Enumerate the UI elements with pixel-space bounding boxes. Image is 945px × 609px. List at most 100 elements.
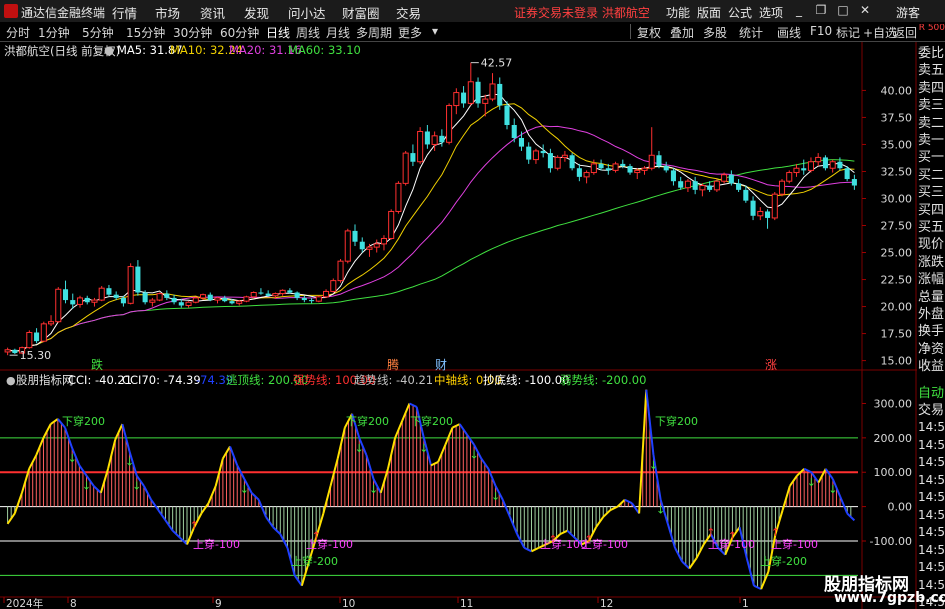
down-arrow-icon: ↓ xyxy=(132,480,141,493)
cci-annotation-11: 上穿-200 xyxy=(760,554,807,568)
candle-body-down xyxy=(84,297,90,303)
indicator-name: 股朋指标网 xyxy=(16,373,74,387)
trade-time-2: 14:56 xyxy=(918,455,945,469)
candle-body-up xyxy=(272,293,279,297)
candle-body-up xyxy=(453,92,460,107)
candle-body-up xyxy=(337,260,344,282)
candle-body-up xyxy=(554,156,561,169)
down-arrow-icon: ↓ xyxy=(82,480,91,493)
candle-body-down xyxy=(670,170,676,182)
indicator-value-8: 弱势线: -200.00 xyxy=(560,373,646,387)
ma20-path xyxy=(7,125,855,352)
candle-body-up xyxy=(634,169,641,174)
candle-body-down xyxy=(461,92,467,104)
candle-body-up xyxy=(721,174,728,182)
candle-body-down xyxy=(844,168,850,180)
candle-body-down xyxy=(678,181,684,188)
candle-body-up xyxy=(778,180,786,195)
candle-body-down xyxy=(120,297,126,304)
event-marker-2: 财 xyxy=(435,358,447,372)
candle-body-up xyxy=(612,163,619,171)
candle-body-up xyxy=(402,152,409,184)
date-label-6: 1 xyxy=(742,598,749,609)
candle-body-down xyxy=(707,185,713,190)
candle-body-up xyxy=(330,280,337,292)
candle-body-up xyxy=(793,167,800,174)
ma5-path xyxy=(7,93,855,352)
quote-side-panel: R 500 委比 卖五 卖四 卖三 卖二 卖一 买一 买二 买三 买四 买五 现价 涨跌 涨幅 总量 外盘 换手净… xyxy=(917,24,945,609)
candle-body-down xyxy=(207,294,213,301)
trade-time-5: 14:56 xyxy=(918,507,945,522)
cci-tick-label: 300.00 xyxy=(874,397,913,410)
price-tick-label: 35.00 xyxy=(881,138,913,151)
side-subtab-1[interactable]: 交易 xyxy=(918,401,945,421)
cci-annotation-10: 上穿-100 xyxy=(771,537,818,551)
candle-body-up xyxy=(684,180,691,189)
cci-segment xyxy=(631,502,640,515)
indicator-value-5: 趋势线: -40.21 xyxy=(354,373,433,387)
indicator-value-7: 抄底线: -100.00 xyxy=(483,373,569,387)
cci-annotation-4: 上穿-100 xyxy=(193,537,240,551)
candle-body-up xyxy=(279,289,286,295)
trade-time-3: 14:56 xyxy=(918,472,945,487)
candle-body-down xyxy=(822,157,828,169)
candle-body-up xyxy=(4,349,11,353)
trade-time-4: 14:56 xyxy=(918,490,945,504)
cci-tick-label: -100.00 xyxy=(870,535,912,548)
cci-tick-label: 200.00 xyxy=(874,432,913,445)
candle-body-down xyxy=(620,163,626,167)
candle-body-down xyxy=(410,153,416,162)
candle-body-down xyxy=(598,163,604,169)
side-tab-18[interactable]: 收益 xyxy=(918,357,945,377)
candle-body-up xyxy=(757,210,764,217)
ma60-path xyxy=(7,159,855,352)
candle-body-down xyxy=(736,183,742,190)
watermark: 股朋指标网 www.7gpzb.com xyxy=(818,570,945,609)
down-arrow-icon: ↓ xyxy=(491,490,500,503)
candle-body-down xyxy=(164,293,170,298)
candle-body-down xyxy=(12,349,18,354)
cci-annotation-6: 上穿-200 xyxy=(291,554,338,568)
candle-body-down xyxy=(627,166,633,173)
trade-time-0: 14:56 xyxy=(918,420,945,434)
candle-body-up xyxy=(156,293,163,301)
candle-body-down xyxy=(106,288,112,295)
candle-body-up xyxy=(315,296,322,302)
down-arrow-icon: ↓ xyxy=(355,442,364,455)
candle-body-down xyxy=(222,297,228,302)
candle-body-up xyxy=(395,182,402,212)
cci-annotation-0: 下穿200 xyxy=(62,414,105,428)
candle-body-up xyxy=(185,301,192,306)
candle-body-up xyxy=(699,185,706,191)
candle-body-up xyxy=(91,299,98,303)
down-arrow-icon: ↓ xyxy=(649,459,658,472)
low-price-label: 15.30 xyxy=(20,349,52,362)
candle-body-up xyxy=(815,156,822,163)
candle-body-up xyxy=(214,297,221,301)
down-arrow-icon: ↓ xyxy=(240,483,249,496)
trade-time-7: 14:56 xyxy=(918,542,945,557)
candle-body-up xyxy=(373,243,380,248)
candle-body-up xyxy=(482,98,489,104)
date-label-5: 12 xyxy=(600,598,613,609)
price-tick-label: 37.50 xyxy=(881,111,913,124)
chart-canvas[interactable]: 15.00 17.50 20.00 22.50 25.00 27.50 30.00 32.50… xyxy=(0,0,917,609)
ma10-path xyxy=(7,103,855,352)
cci-segment xyxy=(257,499,267,518)
price-tick-label: 30.00 xyxy=(881,192,913,205)
candle-body-up xyxy=(641,167,648,171)
candle-body-down xyxy=(113,294,119,298)
side-panel-badge: R 500 xyxy=(918,24,945,33)
candle-body-up xyxy=(807,161,814,171)
candle-body-down xyxy=(504,105,510,126)
price-labels: 42.57 15.30 xyxy=(9,57,512,362)
candle-body-down xyxy=(750,200,756,216)
cci-segment xyxy=(322,485,332,514)
candle-body-up xyxy=(648,154,655,169)
trading-terminal: 通达信金融终端 行情 市场 资讯 发现 问小达 财富圈 交易 证券交易未登录 洪… xyxy=(0,0,945,609)
date-label-2: 9 xyxy=(215,598,222,609)
candle-body-up xyxy=(532,150,539,161)
candle-body-down xyxy=(171,297,177,303)
ma10-line xyxy=(7,103,855,352)
candle-body-up xyxy=(48,321,55,325)
